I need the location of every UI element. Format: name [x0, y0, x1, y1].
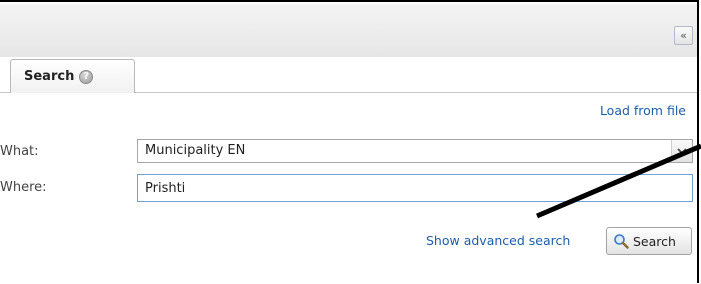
tab-label: Search: [24, 69, 75, 84]
chevron-down-icon[interactable]: [671, 140, 692, 162]
search-button-label: Search: [633, 233, 676, 249]
what-label: What:: [0, 144, 39, 159]
what-select-value: Municipality EN: [145, 143, 246, 158]
tab-search[interactable]: Search ?: [10, 59, 135, 93]
help-icon[interactable]: ?: [79, 69, 94, 84]
where-label: Where:: [0, 180, 47, 195]
double-chevron-left-icon: «: [680, 29, 687, 42]
search-button[interactable]: Search: [606, 227, 692, 255]
search-panel: « Search ? Load from file What: Municipa…: [0, 0, 699, 283]
show-advanced-search-link[interactable]: Show advanced search: [426, 233, 570, 248]
what-select[interactable]: Municipality EN: [137, 139, 693, 163]
load-from-file-link[interactable]: Load from file: [600, 103, 686, 118]
panel-header: «: [0, 4, 697, 57]
collapse-button[interactable]: «: [674, 26, 693, 45]
magnifier-icon: [614, 234, 629, 249]
where-input[interactable]: [137, 174, 693, 202]
